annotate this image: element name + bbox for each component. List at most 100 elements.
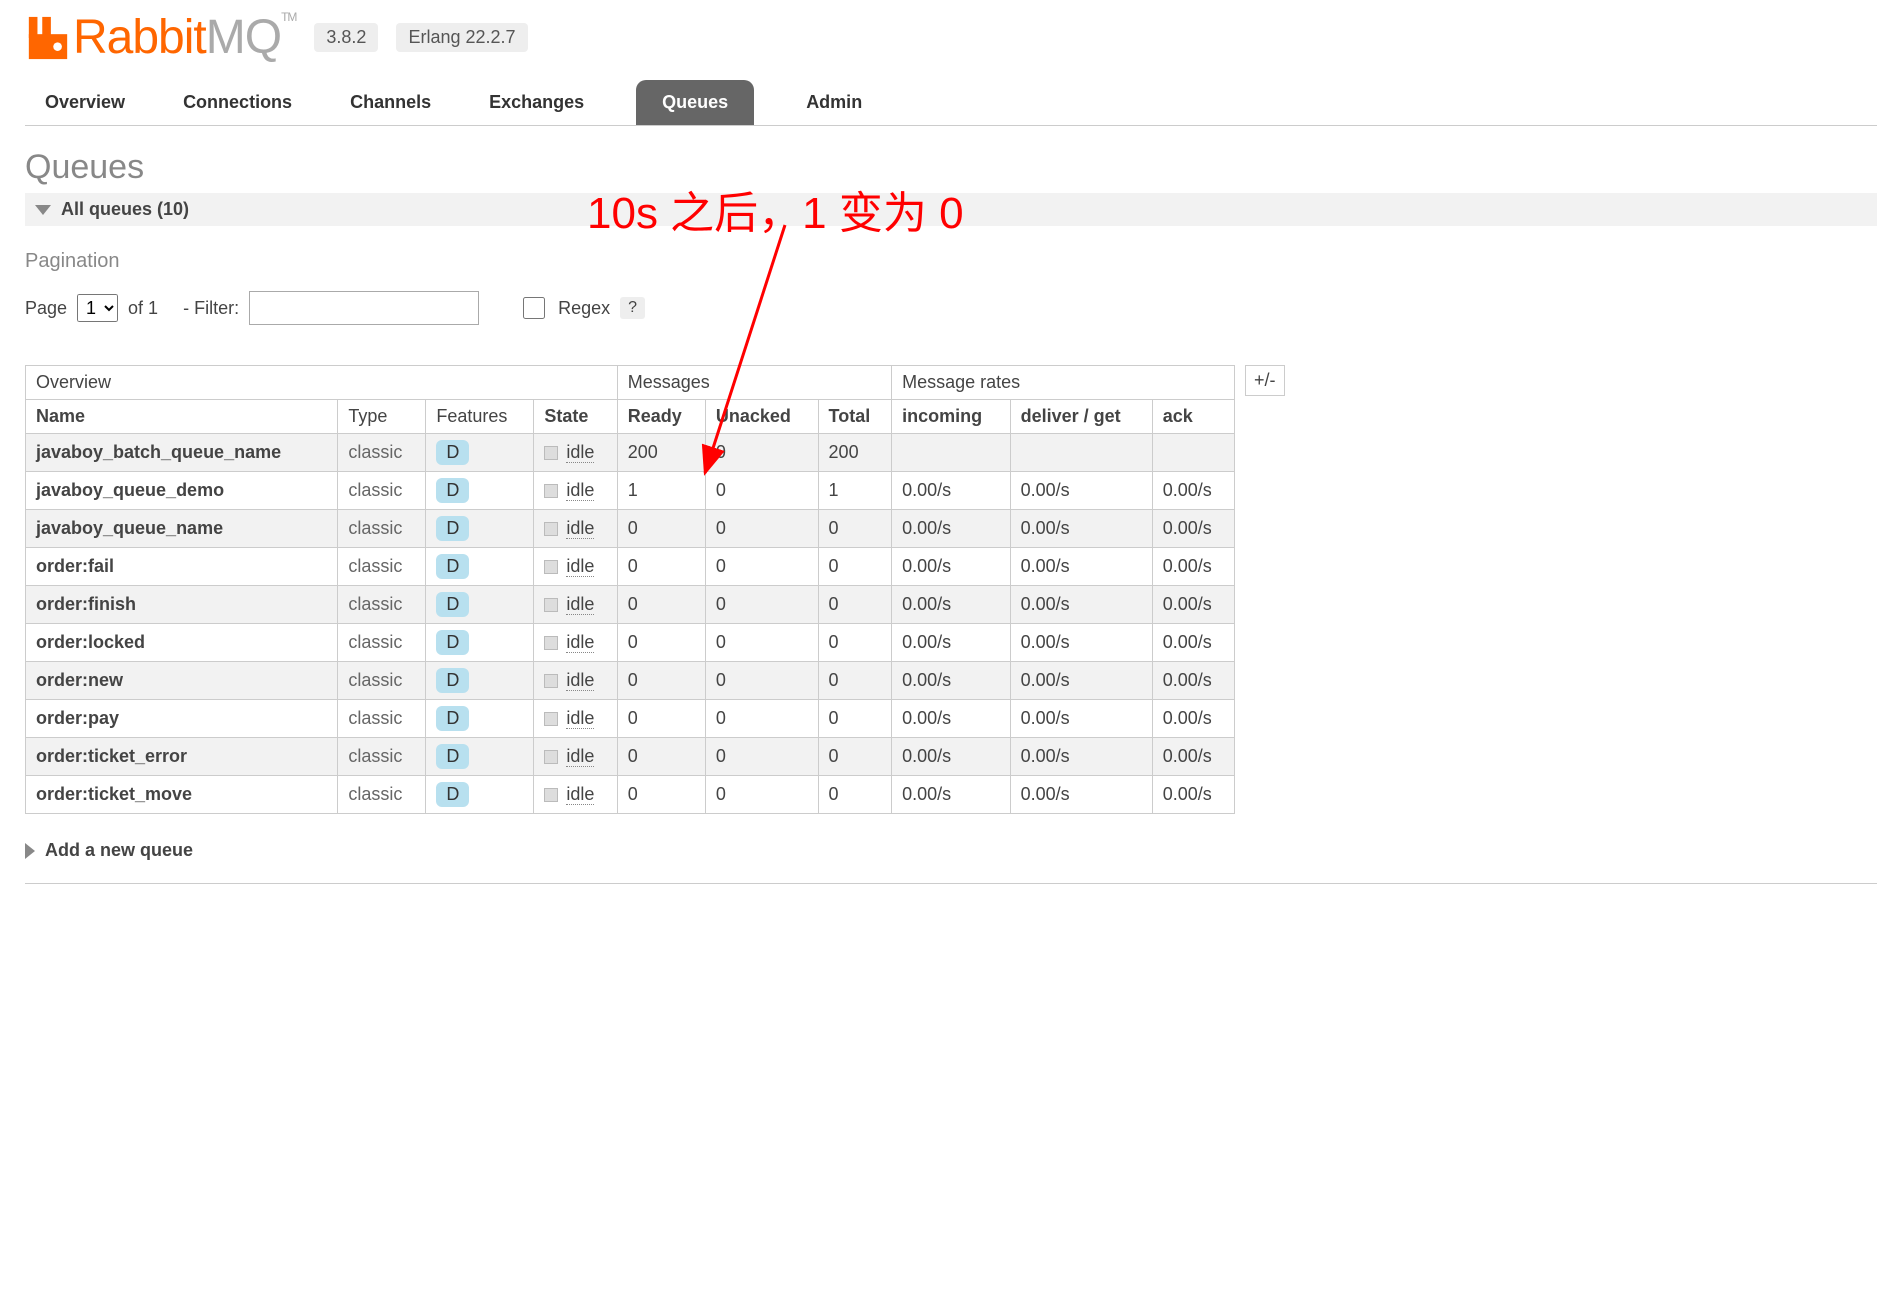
queue-name-link[interactable]: order:finish xyxy=(26,586,338,624)
queue-state: idle xyxy=(534,434,617,472)
queue-type: classic xyxy=(338,434,426,472)
queue-incoming: 0.00/s xyxy=(892,510,1011,548)
queue-total: 1 xyxy=(818,472,892,510)
col-type[interactable]: Type xyxy=(338,400,426,434)
state-indicator-icon xyxy=(544,788,558,802)
queue-state: idle xyxy=(534,586,617,624)
durable-badge: D xyxy=(436,706,469,731)
durable-badge: D xyxy=(436,668,469,693)
group-overview: Overview xyxy=(26,366,618,400)
durable-badge: D xyxy=(436,516,469,541)
queue-name-link[interactable]: order:ticket_move xyxy=(26,776,338,814)
tab-exchanges[interactable]: Exchanges xyxy=(483,80,590,125)
queue-name-link[interactable]: order:new xyxy=(26,662,338,700)
regex-checkbox[interactable] xyxy=(523,297,545,319)
page-of-label: of 1 xyxy=(128,298,158,319)
state-indicator-icon xyxy=(544,522,558,536)
durable-badge: D xyxy=(436,744,469,769)
queue-features: D xyxy=(426,472,534,510)
state-indicator-icon xyxy=(544,560,558,574)
queues-table-wrap: +/- Overview Messages Message rates Name… xyxy=(25,365,1877,814)
queue-type: classic xyxy=(338,548,426,586)
queue-name-link[interactable]: javaboy_queue_name xyxy=(26,510,338,548)
queue-unacked: 0 xyxy=(705,586,818,624)
tab-queues[interactable]: Queues xyxy=(636,80,754,125)
queue-ack: 0.00/s xyxy=(1152,548,1234,586)
all-queues-toggle[interactable]: All queues (10) xyxy=(25,193,1877,226)
col-name[interactable]: Name xyxy=(26,400,338,434)
logo[interactable]: RabbitMQTM xyxy=(25,10,296,65)
queue-features: D xyxy=(426,548,534,586)
tab-overview[interactable]: Overview xyxy=(39,80,131,125)
col-state[interactable]: State xyxy=(534,400,617,434)
add-queue-toggle[interactable]: Add a new queue xyxy=(25,840,1877,861)
queue-deliver: 0.00/s xyxy=(1010,662,1152,700)
queue-total: 0 xyxy=(818,662,892,700)
page-select[interactable]: 1 xyxy=(77,294,118,322)
filter-input[interactable] xyxy=(249,291,479,325)
regex-help[interactable]: ? xyxy=(620,297,645,319)
col-features[interactable]: Features xyxy=(426,400,534,434)
queue-name-link[interactable]: order:fail xyxy=(26,548,338,586)
queue-incoming: 0.00/s xyxy=(892,586,1011,624)
table-row: order:failclassicDidle0000.00/s0.00/s0.0… xyxy=(26,548,1235,586)
queue-unacked: 0 xyxy=(705,662,818,700)
queue-deliver: 0.00/s xyxy=(1010,510,1152,548)
durable-badge: D xyxy=(436,478,469,503)
queue-deliver: 0.00/s xyxy=(1010,738,1152,776)
queue-type: classic xyxy=(338,510,426,548)
col-total[interactable]: Total xyxy=(818,400,892,434)
table-row: order:ticket_errorclassicDidle0000.00/s0… xyxy=(26,738,1235,776)
queue-ack: 0.00/s xyxy=(1152,624,1234,662)
footer-divider xyxy=(25,883,1877,884)
logo-tm: TM xyxy=(281,10,296,24)
queue-name-link[interactable]: order:ticket_error xyxy=(26,738,338,776)
queue-name-link[interactable]: order:pay xyxy=(26,700,338,738)
queue-name-link[interactable]: javaboy_batch_queue_name xyxy=(26,434,338,472)
tab-admin[interactable]: Admin xyxy=(800,80,868,125)
page-title: Queues xyxy=(25,148,1877,187)
queue-ack xyxy=(1152,434,1234,472)
pagination-controls: Page 1 of 1 - Filter: Regex ? xyxy=(25,291,1877,325)
toggle-columns-button[interactable]: +/- xyxy=(1245,365,1285,396)
state-indicator-icon xyxy=(544,446,558,460)
main-tabs: Overview Connections Channels Exchanges … xyxy=(25,80,1877,126)
queue-total: 0 xyxy=(818,700,892,738)
queue-deliver: 0.00/s xyxy=(1010,548,1152,586)
queue-incoming: 0.00/s xyxy=(892,472,1011,510)
col-ack[interactable]: ack xyxy=(1152,400,1234,434)
queue-features: D xyxy=(426,586,534,624)
queue-incoming: 0.00/s xyxy=(892,776,1011,814)
state-indicator-icon xyxy=(544,636,558,650)
queue-ready: 0 xyxy=(617,662,705,700)
state-indicator-icon xyxy=(544,598,558,612)
durable-badge: D xyxy=(436,592,469,617)
queue-name-link[interactable]: order:locked xyxy=(26,624,338,662)
col-ready[interactable]: Ready xyxy=(617,400,705,434)
add-queue-label: Add a new queue xyxy=(45,840,193,861)
queue-ack: 0.00/s xyxy=(1152,700,1234,738)
col-incoming[interactable]: incoming xyxy=(892,400,1011,434)
chevron-right-icon xyxy=(25,843,35,859)
regex-label: Regex xyxy=(558,298,610,319)
queue-ack: 0.00/s xyxy=(1152,472,1234,510)
queue-incoming: 0.00/s xyxy=(892,548,1011,586)
tab-channels[interactable]: Channels xyxy=(344,80,437,125)
queues-table: Overview Messages Message rates Name Typ… xyxy=(25,365,1235,814)
queue-total: 0 xyxy=(818,776,892,814)
queue-unacked: 0 xyxy=(705,624,818,662)
group-messages: Messages xyxy=(617,366,891,400)
rabbitmq-icon xyxy=(25,15,71,61)
queue-incoming xyxy=(892,434,1011,472)
queue-state: idle xyxy=(534,472,617,510)
queue-name-link[interactable]: javaboy_queue_demo xyxy=(26,472,338,510)
col-unacked[interactable]: Unacked xyxy=(705,400,818,434)
queue-ack: 0.00/s xyxy=(1152,662,1234,700)
queue-features: D xyxy=(426,662,534,700)
tab-connections[interactable]: Connections xyxy=(177,80,298,125)
erlang-version: Erlang 22.2.7 xyxy=(396,23,527,52)
queue-deliver: 0.00/s xyxy=(1010,472,1152,510)
col-deliver[interactable]: deliver / get xyxy=(1010,400,1152,434)
queue-unacked: 0 xyxy=(705,776,818,814)
all-queues-label: All queues (10) xyxy=(61,199,189,220)
